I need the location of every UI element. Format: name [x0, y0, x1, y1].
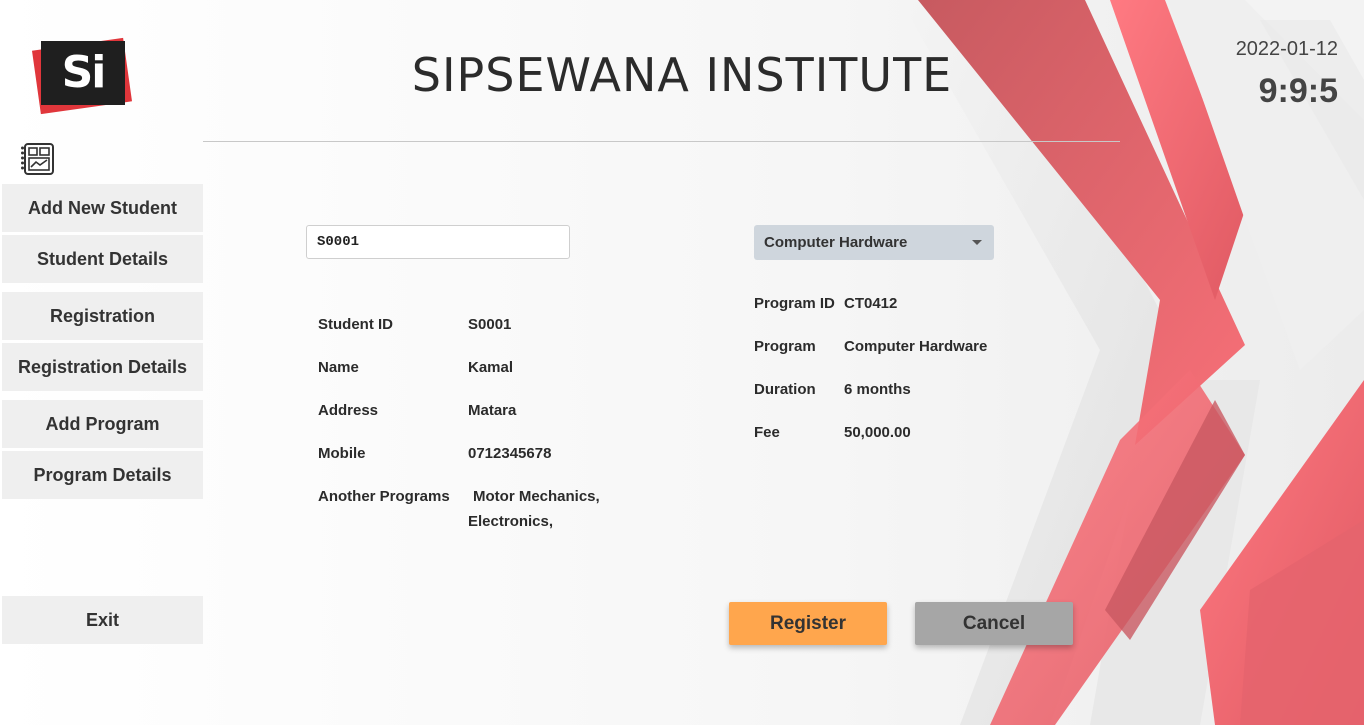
chevron-down-icon	[972, 240, 982, 245]
name-label: Name	[318, 359, 359, 376]
sidebar-item-add-new-student[interactable]: Add New Student	[2, 184, 203, 232]
register-button[interactable]: Register	[729, 602, 887, 645]
student-id-search-input[interactable]	[306, 225, 570, 259]
sidebar-item-program-details[interactable]: Program Details	[2, 451, 203, 499]
another-programs-value-2: Electronics,	[468, 513, 554, 530]
fee-label: Fee	[754, 424, 780, 441]
fee-value: 50,000.00	[844, 424, 911, 441]
program-select[interactable]: Computer Hardware	[754, 225, 994, 260]
program-id-label: Program ID	[754, 295, 835, 312]
another-programs-value-1: Motor Mechanics,	[473, 488, 600, 505]
another-programs-label: Another Programs	[318, 488, 450, 505]
mobile-value: 0712345678	[468, 445, 552, 462]
current-date: 2022-01-12	[1235, 38, 1338, 60]
address-label: Address	[318, 402, 379, 419]
exit-button[interactable]: Exit	[2, 596, 203, 644]
sidebar-item-registration-details[interactable]: Registration Details	[2, 343, 203, 391]
program-select-value: Computer Hardware	[764, 234, 908, 251]
program-value: Computer Hardware	[844, 338, 988, 355]
current-time: 9:9:5	[1258, 72, 1338, 110]
address-value: Matara	[468, 402, 517, 419]
program-label: Program	[754, 338, 816, 355]
sidebar-item-student-details[interactable]: Student Details	[2, 235, 203, 283]
sidebar-item-registration[interactable]: Registration	[2, 292, 203, 340]
student-id-value: S0001	[468, 316, 512, 333]
background-graphic	[0, 0, 1364, 725]
program-id-value: CT0412	[844, 295, 898, 312]
mobile-label: Mobile	[318, 445, 366, 462]
dashboard-icon[interactable]	[20, 142, 56, 176]
duration-value: 6 months	[844, 381, 911, 398]
title-divider	[203, 141, 1120, 142]
sidebar-item-add-program[interactable]: Add Program	[2, 400, 203, 448]
page-title-text: SIPSEWANA INSTITUTE	[411, 48, 953, 102]
name-value: Kamal	[468, 359, 514, 376]
cancel-button[interactable]: Cancel	[915, 602, 1073, 645]
page-title: SIPSEWANA INSTITUTE	[0, 48, 1364, 102]
student-id-label: Student ID	[318, 316, 393, 333]
duration-label: Duration	[754, 381, 816, 398]
